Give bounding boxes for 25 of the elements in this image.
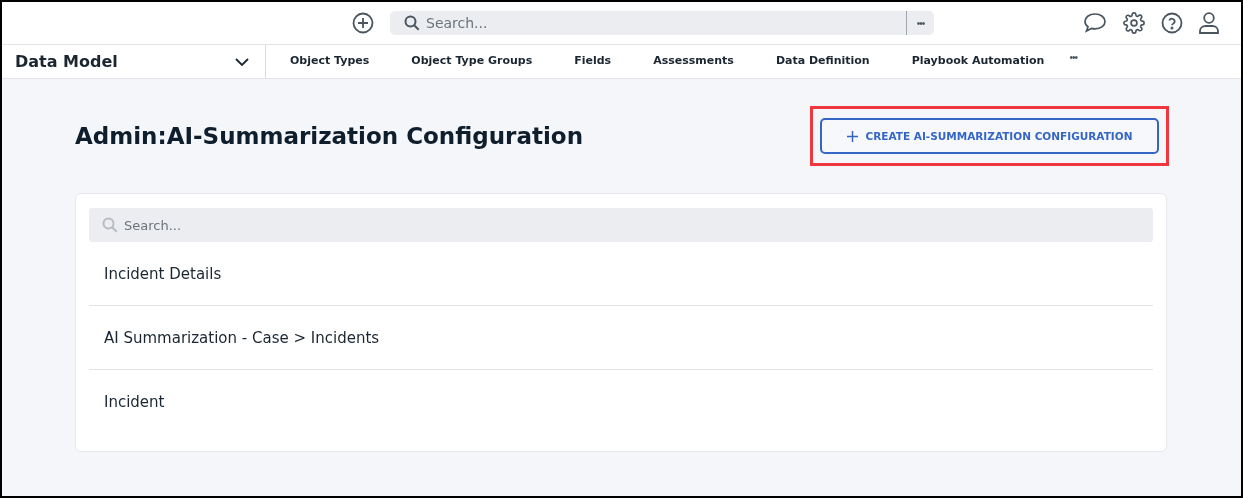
nav-tab[interactable]: Playbook Automation <box>911 45 1045 78</box>
more-button[interactable]: ••• <box>906 11 934 35</box>
module-title: Data Model <box>15 52 118 71</box>
help-icon[interactable] <box>1161 12 1183 34</box>
chevron-down-icon[interactable] <box>235 58 249 67</box>
more-button[interactable]: ••• <box>1069 52 1077 71</box>
nav-tab[interactable]: Assessments <box>653 45 734 78</box>
nav-tab[interactable]: Fields <box>574 45 612 78</box>
list-item[interactable]: Incident Details <box>104 264 222 283</box>
nav-tab[interactable]: Object Type Groups <box>411 45 533 78</box>
list-item[interactable]: Incident <box>104 392 165 411</box>
page-title: Admin:AI-Summarization Configuration <box>75 123 584 149</box>
settings-icon[interactable] <box>1123 12 1145 34</box>
list-item[interactable]: AI Summarization - Case > Incidents <box>104 328 380 347</box>
nav-tab[interactable]: Object Types <box>290 45 370 78</box>
chat-icon[interactable] <box>1083 12 1107 34</box>
search-input[interactable]: Search... <box>426 11 906 35</box>
search-field[interactable]: Search... ••• <box>390 11 934 35</box>
plus-icon <box>846 130 858 142</box>
search-icon <box>404 15 420 31</box>
user-icon[interactable] <box>1199 12 1219 34</box>
add-icon[interactable] <box>352 12 374 34</box>
nav-tab[interactable]: Data Definition <box>775 45 870 78</box>
search-icon <box>102 217 118 233</box>
create-button[interactable]: CREATE AI-SUMMARIZATION CONFIGURATION <box>820 118 1159 154</box>
